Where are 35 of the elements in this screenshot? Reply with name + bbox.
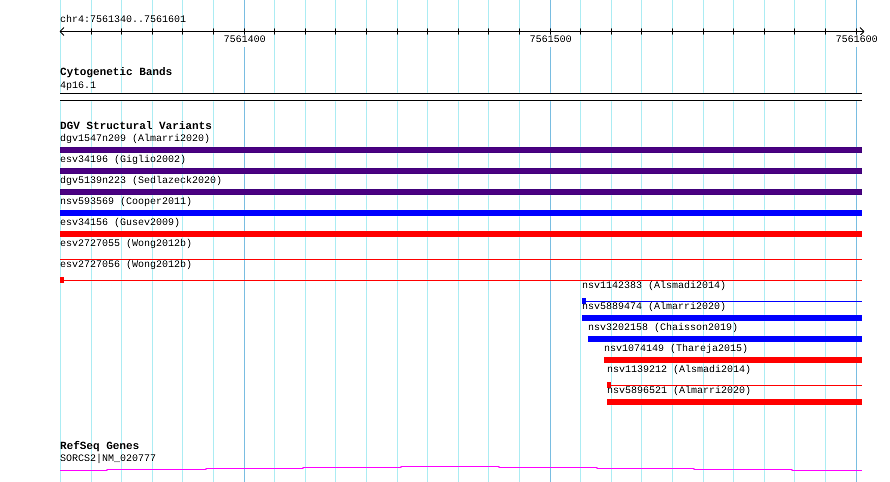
tick-label: 7561500 — [530, 35, 572, 47]
feature-label[interactable]: nsv593569 (Cooper2011) — [60, 197, 192, 209]
feature-label[interactable]: nsv1074149 (Thareja2015) — [604, 344, 748, 356]
track-title: Cytogenetic Bands — [60, 67, 172, 79]
feature-label[interactable]: nsv5896521 (Almarri2020) — [607, 386, 752, 398]
variant-bar[interactable] — [607, 399, 862, 405]
tick-label: 7561600 — [836, 35, 878, 47]
feature-label[interactable]: dgv1547n209 (Almarri2020) — [60, 134, 210, 146]
feature-label[interactable]: nsv3202158 (Chaisson2019) — [588, 323, 738, 335]
variant-block[interactable] — [607, 382, 611, 388]
tick-label: 7561400 — [224, 35, 266, 47]
variant-line[interactable] — [60, 259, 862, 260]
variant-bar[interactable] — [60, 147, 862, 153]
gene-line[interactable] — [60, 466, 863, 472]
variant-bar[interactable] — [604, 357, 862, 363]
variant-bar[interactable] — [60, 210, 862, 216]
feature-label[interactable]: esv34156 (Gusev2009) — [60, 218, 180, 230]
track-title: RefSeq Genes — [60, 441, 140, 453]
feature-label[interactable]: esv2727055 (Wong2012b) — [60, 239, 192, 251]
feature-label[interactable]: esv2727056 (Wong2012b) — [60, 260, 192, 272]
location-label: chr4:7561340..7561601 — [60, 15, 186, 27]
gene-label[interactable]: SORCS2|NM_020777 — [60, 454, 156, 466]
variant-bar[interactable] — [588, 336, 862, 342]
feature-label[interactable]: nsv1139212 (Alsmadi2014) — [607, 365, 752, 377]
feature-label[interactable]: nsv1142383 (Alsmadi2014) — [582, 281, 726, 293]
variant-bar[interactable] — [60, 189, 862, 195]
feature-label[interactable]: dgv5139n223 (Sedlazeck2020) — [60, 176, 222, 188]
variant-bar[interactable] — [60, 231, 862, 237]
track-title: DGV Structural Variants — [60, 121, 212, 133]
feature-label[interactable]: esv34196 (Giglio2002) — [60, 155, 186, 167]
band-label: 4p16.1 — [60, 81, 96, 93]
variant-bar[interactable] — [582, 315, 862, 321]
feature-label[interactable]: nsv5889474 (Almarri2020) — [582, 302, 726, 314]
variant-block[interactable] — [582, 298, 586, 304]
variant-bar[interactable] — [60, 168, 862, 174]
